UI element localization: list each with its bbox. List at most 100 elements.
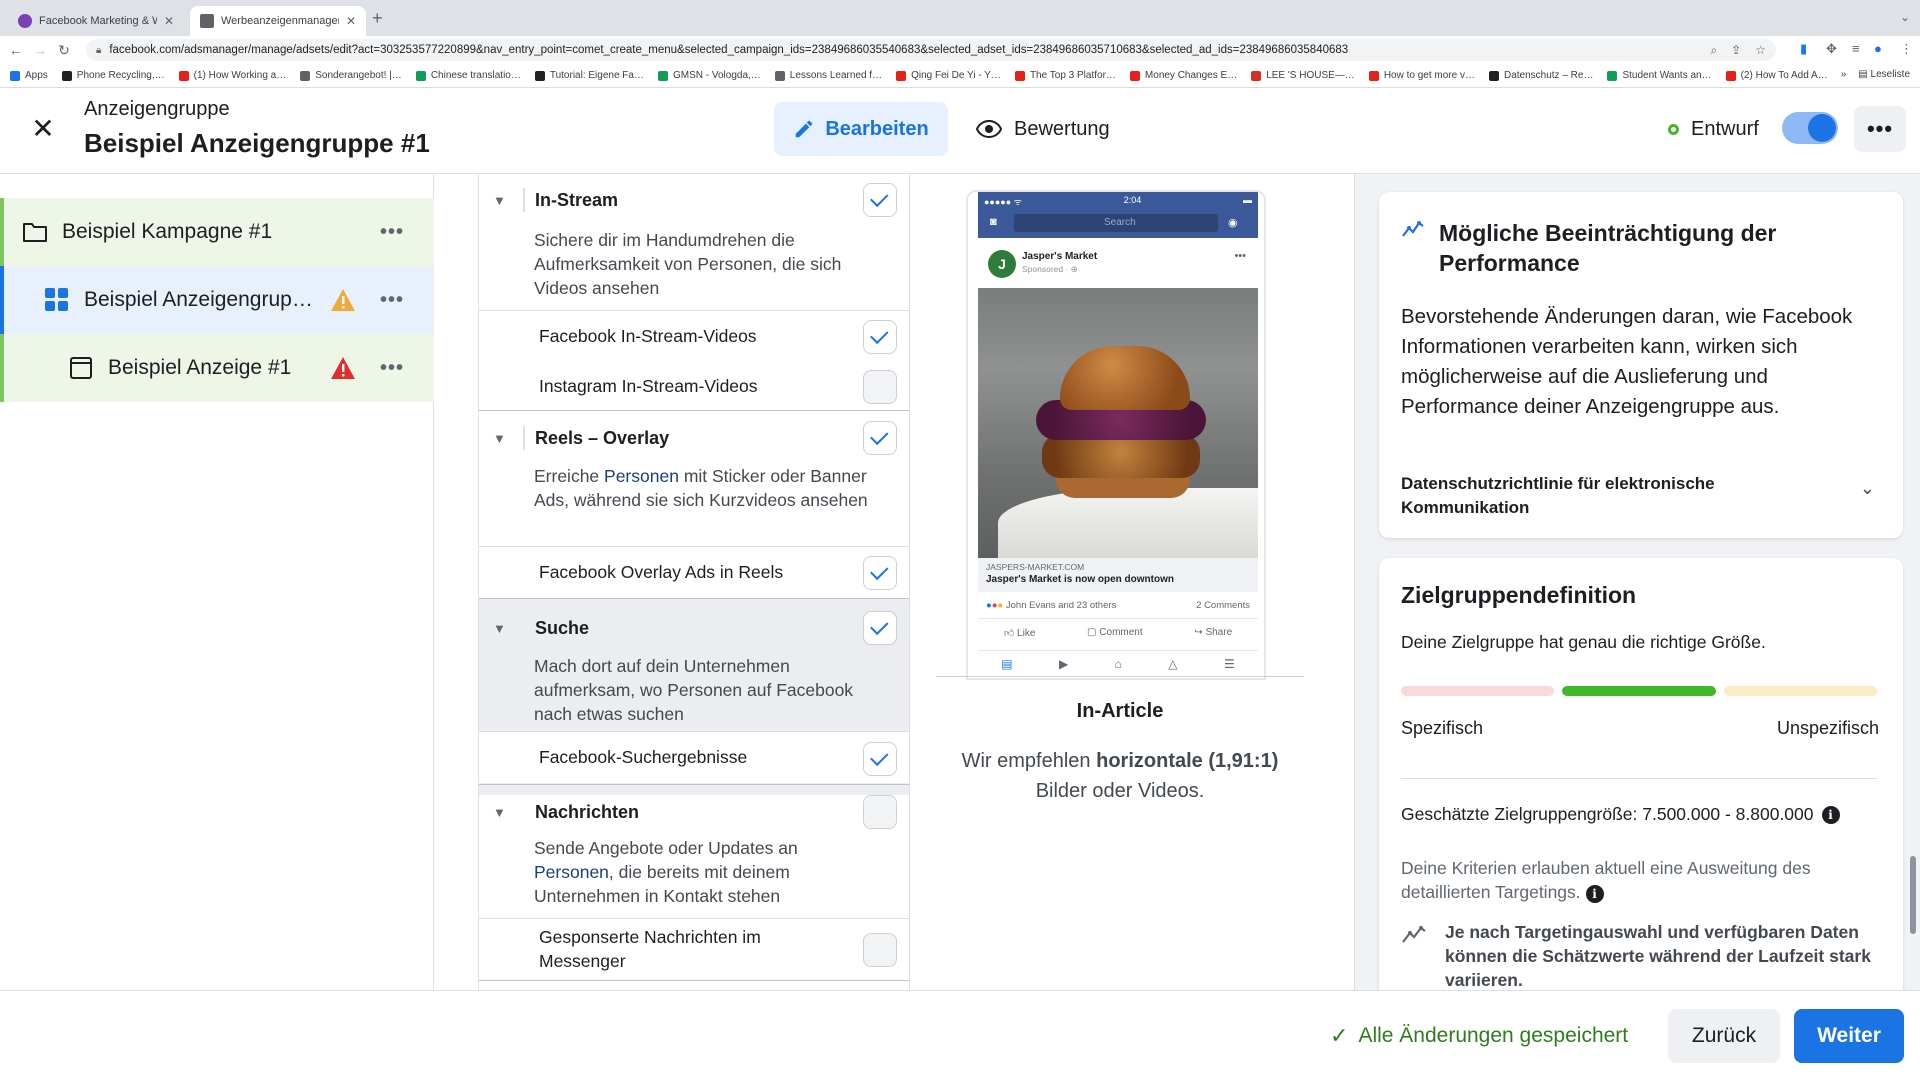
bookmark-item[interactable]: LEE 'S HOUSE—… (1251, 70, 1355, 81)
placement-section-instream[interactable]: ▼ In-Stream (479, 174, 909, 226)
marketplace-icon: ⌂ (1114, 656, 1122, 671)
back-arrow-icon[interactable]: ← (4, 42, 28, 58)
fb-reels-overlay-checkbox[interactable] (863, 556, 897, 590)
tab-search-chevron-icon[interactable]: ⌄ (1900, 10, 1910, 24)
facebook-extension-icon[interactable]: ▮ (1800, 41, 1807, 57)
placement-item-fb-instream[interactable]: Facebook In-Stream-Videos (479, 310, 909, 362)
adset-more-icon[interactable]: ••• (380, 289, 404, 312)
globe-icon: ⊕ (1070, 264, 1078, 274)
bookmark-item[interactable]: Sonderangebot! |… (300, 70, 402, 81)
bookmark-favicon-icon (415, 70, 426, 81)
bookmark-item[interactable]: Money Changes E… (1129, 70, 1237, 81)
collapse-caret-icon[interactable]: ▼ (493, 805, 506, 820)
preview-recommendation: Wir empfehlen horizontale (1,91:1) Bilde… (942, 746, 1298, 806)
ad-more-icon[interactable]: ••• (380, 357, 404, 380)
review-label: Bewertung (1014, 117, 1110, 140)
chevron-down-icon[interactable]: ⌄ (1860, 478, 1875, 499)
like-action: 👍︎ Like (1004, 627, 1036, 639)
bookmark-item[interactable]: Tutorial: Eigene Fa… (534, 70, 644, 81)
fb-feed-post: J Jasper's Market Sponsored · ⊕ ••• JASP… (978, 238, 1258, 678)
campaign-more-icon[interactable]: ••• (380, 221, 404, 244)
bookmark-item[interactable]: Lessons Learned f… (774, 70, 882, 81)
bookmark-item[interactable]: How to get more v… (1368, 70, 1475, 81)
bookmark-item[interactable]: Apps (10, 70, 48, 81)
reload-icon[interactable]: ↻ (52, 42, 76, 59)
tab-close-icon[interactable]: ✕ (164, 14, 174, 28)
profile-avatar-icon[interactable]: ● (1874, 41, 1882, 56)
placement-item-fb-search[interactable]: Facebook-Suchergebnisse (479, 731, 909, 783)
browser-tab-facebook-marketing[interactable]: Facebook Marketing & Werbe… ✕ (8, 6, 184, 36)
placement-section-messages[interactable]: ▼ Nachrichten (479, 786, 909, 838)
performance-body: Bevorstehende Änderungen daran, wie Face… (1401, 305, 1853, 418)
divider (479, 784, 909, 785)
browser-toolbar: ← → ↻ 🔒︎ facebook.com/adsmanager/manage/… (0, 36, 1920, 64)
personen-link[interactable]: Personen (534, 862, 609, 882)
bookmark-label: GMSN - Vologda,… (672, 70, 761, 81)
bookmark-item[interactable]: Chinese translatio… (415, 70, 521, 81)
collapse-caret-icon[interactable]: ▼ (493, 193, 506, 208)
pencil-icon (796, 120, 813, 138)
bookmark-item[interactable]: Qing Fei De Yi - Y… (896, 70, 1001, 81)
placement-item-messenger-sponsored[interactable]: Gesponserte Nachrichten im Messenger (479, 918, 909, 980)
zoom-icon[interactable]: ⌕ (1710, 43, 1717, 58)
sidebar-item-ad[interactable]: Beispiel Anzeige #1 ••• (0, 334, 434, 402)
bookmark-item[interactable]: GMSN - Vologda,… (657, 70, 761, 81)
tab-close-icon[interactable]: ✕ (346, 14, 356, 28)
meter-segment-specific (1401, 686, 1555, 696)
sponsored-label: Sponsored · ⊕ (1022, 264, 1078, 275)
bookmark-item[interactable]: The Top 3 Platfor… (1014, 70, 1116, 81)
bookmark-item[interactable]: Student Wants an… (1607, 70, 1712, 81)
placement-item-fb-reels-overlay[interactable]: Facebook Overlay Ads in Reels (479, 546, 909, 598)
reactions-text: John Evans and 23 others (1005, 600, 1117, 611)
placement-section-reels[interactable]: ▼ Reels – Overlay (479, 412, 909, 464)
rec-ratio: horizontale (1,91:1) (1096, 750, 1279, 772)
next-button[interactable]: Weiter (1794, 1009, 1904, 1063)
placement-item-ig-instream[interactable]: Instagram In-Stream-Videos (479, 362, 909, 414)
browser-tab-ads-manager[interactable]: Werbeanzeigenmanager - We… ✕ (190, 6, 366, 36)
section-title: Suche (535, 617, 590, 638)
placement-label: Facebook Overlay Ads in Reels (539, 562, 784, 582)
personen-link[interactable]: Personen (604, 466, 679, 486)
tab-favicon-icon (200, 14, 214, 28)
sidebar-item-adset[interactable]: Beispiel Anzeigengrup… ••• (0, 266, 434, 334)
more-bookmarks-icon[interactable]: » (1841, 69, 1847, 80)
draft-status: Entwurf (1668, 118, 1759, 141)
fb-instream-checkbox[interactable] (863, 320, 897, 354)
fb-search-checkbox[interactable] (863, 742, 897, 776)
reading-list-button[interactable]: ▤ Leseliste (1858, 69, 1910, 80)
search-checkbox[interactable] (863, 611, 897, 645)
bookmark-item[interactable]: (1) How Working a… (178, 70, 286, 81)
bookmark-item[interactable]: Phone Recycling,… (61, 70, 165, 81)
bookmark-label: Qing Fei De Yi - Y… (911, 70, 1001, 81)
info-icon[interactable]: i (1585, 885, 1604, 903)
review-button[interactable]: Bewertung (966, 102, 1126, 156)
extensions-puzzle-icon[interactable]: ✥ (1826, 41, 1837, 57)
edit-button[interactable]: Bearbeiten (774, 102, 948, 156)
media-control-icon[interactable]: ≡ (1852, 41, 1860, 56)
address-bar[interactable]: 🔒︎ facebook.com/adsmanager/manage/adsets… (86, 39, 1776, 61)
forward-arrow-icon[interactable]: → (28, 42, 52, 58)
chrome-menu-icon[interactable]: ⋮ (1900, 41, 1913, 57)
bookmark-item[interactable]: (2) How To Add A… (1725, 70, 1828, 81)
instream-checkbox[interactable] (863, 183, 897, 217)
info-icon[interactable]: i (1821, 805, 1840, 824)
more-options-button[interactable]: ••• (1854, 106, 1906, 152)
messages-checkbox[interactable] (863, 795, 897, 829)
collapse-caret-icon[interactable]: ▼ (493, 431, 506, 446)
back-button[interactable]: Zurück (1668, 1009, 1780, 1063)
close-icon[interactable]: ✕ (28, 114, 58, 144)
adset-on-off-toggle[interactable] (1782, 112, 1838, 144)
privacy-policy-expander[interactable]: Datenschutzrichtlinie für elektronische … (1401, 472, 1801, 520)
ig-instream-checkbox[interactable] (863, 370, 897, 404)
messenger-sponsored-checkbox[interactable] (863, 933, 897, 967)
bookmark-item[interactable]: Datenschutz – Re… (1488, 70, 1593, 81)
share-icon[interactable]: ⇪ (1731, 43, 1741, 58)
new-tab-plus-icon[interactable]: + (372, 8, 383, 29)
reels-checkbox[interactable] (863, 421, 897, 455)
header-subtitle: Anzeigengruppe (84, 98, 230, 120)
panel-scrollbar[interactable] (1910, 856, 1916, 934)
placement-section-search[interactable]: ▼ Suche (479, 602, 909, 654)
bookmark-star-icon[interactable]: ☆ (1755, 43, 1766, 58)
collapse-caret-icon[interactable]: ▼ (493, 621, 506, 636)
sidebar-item-campaign[interactable]: Beispiel Kampagne #1 ••• (0, 198, 434, 266)
